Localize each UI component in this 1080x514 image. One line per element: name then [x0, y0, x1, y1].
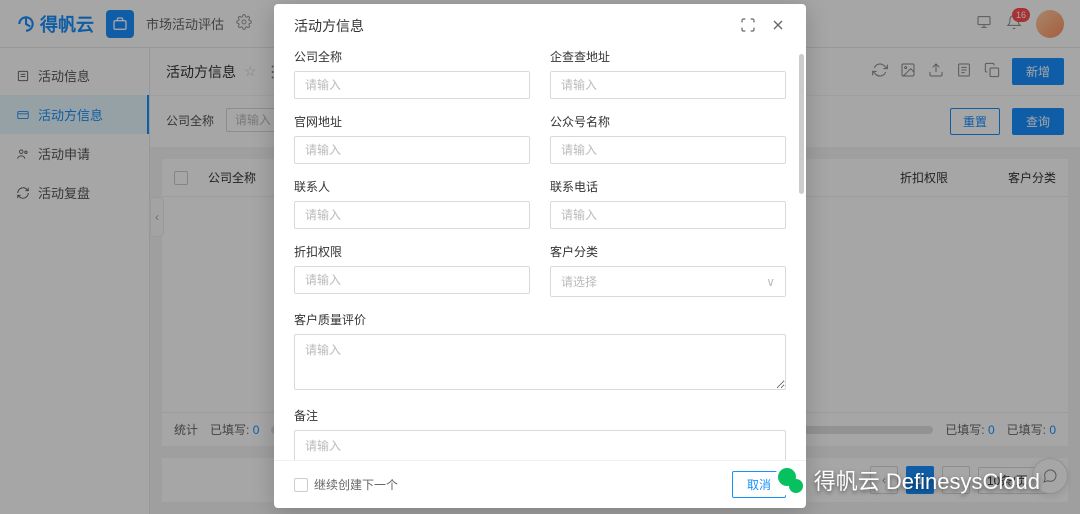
- modal-header: 活动方信息: [274, 4, 806, 48]
- modal-title: 活动方信息: [294, 16, 740, 36]
- close-icon[interactable]: [770, 17, 786, 36]
- label-company-name: 公司全称: [294, 48, 530, 65]
- modal-footer: 继续创建下一个 取消: [274, 460, 806, 508]
- modal-dialog: 活动方信息 公司全称 企查查地址 官网地址: [274, 4, 806, 508]
- label-customer-cat: 客户分类: [550, 243, 786, 260]
- label-quality-review: 客户质量评价: [294, 311, 786, 328]
- continue-create-checkbox[interactable]: 继续创建下一个: [294, 476, 398, 493]
- label-official-url: 官网地址: [294, 113, 530, 130]
- label-qichacha-url: 企查查地址: [550, 48, 786, 65]
- modal-body: 公司全称 企查查地址 官网地址 公众号名称: [274, 48, 806, 460]
- label-contact: 联系人: [294, 178, 530, 195]
- input-contact-phone[interactable]: [550, 201, 786, 229]
- input-discount-perm[interactable]: [294, 266, 530, 294]
- label-discount-perm: 折扣权限: [294, 243, 530, 260]
- label-wechat-name: 公众号名称: [550, 113, 786, 130]
- fullscreen-icon[interactable]: [740, 17, 756, 36]
- input-company-name[interactable]: [294, 71, 530, 99]
- input-qichacha-url[interactable]: [550, 71, 786, 99]
- select-customer-cat[interactable]: 请选择 ∨: [550, 266, 786, 297]
- label-remarks: 备注: [294, 407, 786, 424]
- chevron-down-icon: ∨: [766, 275, 775, 289]
- cancel-button[interactable]: 取消: [732, 471, 786, 498]
- input-official-url[interactable]: [294, 136, 530, 164]
- label-contact-phone: 联系电话: [550, 178, 786, 195]
- modal-scrollbar[interactable]: [799, 54, 804, 194]
- textarea-remarks[interactable]: [294, 430, 786, 460]
- input-wechat-name[interactable]: [550, 136, 786, 164]
- textarea-quality-review[interactable]: [294, 334, 786, 390]
- input-contact[interactable]: [294, 201, 530, 229]
